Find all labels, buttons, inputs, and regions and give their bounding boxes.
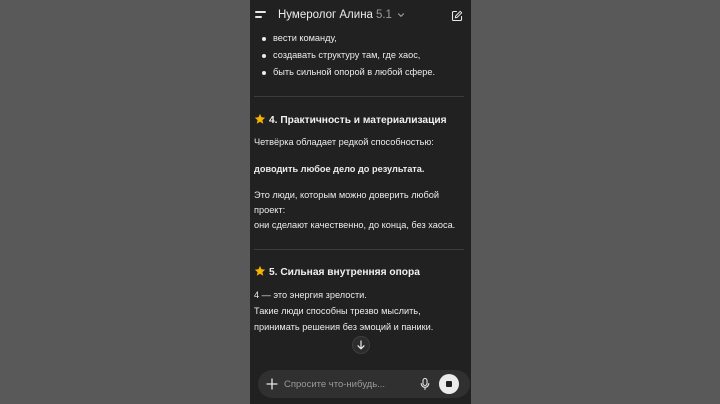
list-item: создавать структуру там, где хаос, — [254, 47, 464, 64]
top-bar: Нумеролог Алина 5.1 — [250, 0, 471, 32]
list-item: вести команду, — [254, 30, 464, 47]
paragraph: проект: — [254, 205, 286, 215]
message-composer — [258, 370, 470, 398]
paragraph: Такие люди способны трезво мыслить, — [254, 306, 421, 316]
attach-button[interactable] — [263, 375, 281, 393]
model-selector[interactable]: Нумеролог Алина 5.1 — [278, 9, 405, 21]
message-input[interactable] — [284, 370, 410, 398]
hamburger-menu-icon[interactable] — [255, 10, 269, 22]
paragraph: Четвёрка обладает редкой способностью: — [254, 137, 434, 147]
star-icon — [254, 265, 266, 276]
stop-button[interactable] — [439, 374, 459, 394]
paragraph: принимать решения без эмоций и паники. — [254, 322, 434, 332]
plus-icon — [266, 378, 278, 390]
chat-title: Нумеролог Алина — [278, 9, 373, 21]
chevron-down-icon — [398, 13, 405, 17]
star-icon — [254, 113, 266, 124]
list-item: быть сильной опорой в любой сфере. — [254, 64, 464, 81]
bullet-list: вести команду, создавать структуру там, … — [254, 30, 464, 81]
paragraph: Это люди, которым можно доверить любой — [254, 190, 439, 200]
new-chat-icon[interactable] — [451, 10, 463, 22]
highlight-text: доводить любое дело до результата. — [254, 164, 425, 174]
microphone-icon[interactable] — [418, 377, 432, 391]
section-heading: 5. Сильная внутренняя опора — [254, 264, 464, 282]
section-heading: 4. Практичность и материализация — [254, 112, 464, 130]
arrow-down-icon — [357, 340, 365, 350]
scroll-down-button[interactable] — [352, 336, 370, 354]
paragraph: 4 — это энергия зрелости. — [254, 290, 367, 300]
paragraph: они сделают качественно, до конца, без х… — [254, 220, 456, 230]
model-version: 5.1 — [375, 9, 392, 21]
assistant-message: вести команду, создавать структуру там, … — [254, 30, 464, 335]
